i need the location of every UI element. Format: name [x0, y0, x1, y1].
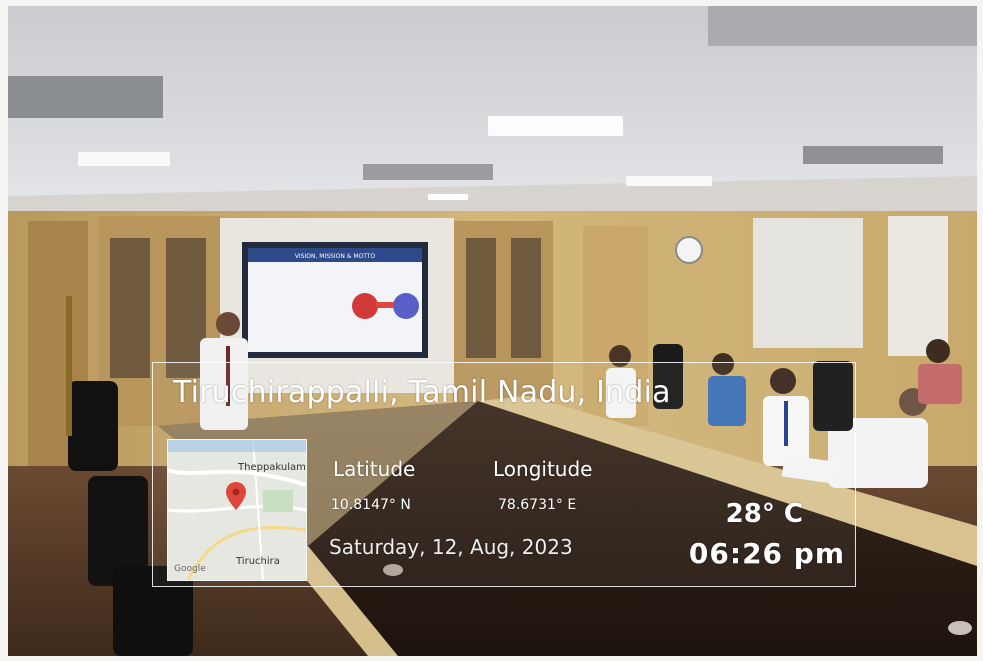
wall-clock	[675, 236, 703, 264]
ceiling-light	[488, 116, 623, 136]
date-text: Saturday, 12, Aug, 2023	[329, 535, 573, 559]
brass-lamp	[66, 296, 72, 436]
map-brand-label: Google	[174, 564, 206, 574]
photo-frame: VISION, MISSION & MOTTO Tiruchirappalli,…	[8, 6, 977, 656]
location-title: Tiruchirappalli, Tamil Nadu, India	[173, 375, 671, 410]
ceiling-light	[78, 152, 170, 166]
map-place-label: Tiruchira	[236, 556, 280, 567]
chair	[68, 381, 118, 471]
geotag-overlay: Tiruchirappalli, Tamil Nadu, India Thepp…	[152, 362, 856, 587]
map-pin-icon	[226, 482, 246, 510]
temperature-text: 28° C	[725, 499, 803, 529]
time-text: 06:26 pm	[688, 537, 845, 570]
map-thumbnail: Theppakulam Tiruchira Google	[167, 439, 307, 581]
screen-slide-title: VISION, MISSION & MOTTO	[295, 253, 376, 260]
ac-vent	[8, 76, 163, 118]
latitude-label: Latitude	[333, 457, 416, 481]
longitude-label: Longitude	[493, 457, 593, 481]
ceiling-light	[428, 194, 468, 200]
ac-vent	[363, 164, 493, 180]
latitude-value: 10.8147° N	[331, 497, 411, 513]
ceiling-light	[626, 176, 712, 186]
ac-vent	[708, 6, 977, 46]
ac-vent	[803, 146, 943, 164]
longitude-value: 78.6731° E	[498, 497, 577, 513]
map-place-label: Theppakulam	[238, 462, 306, 473]
